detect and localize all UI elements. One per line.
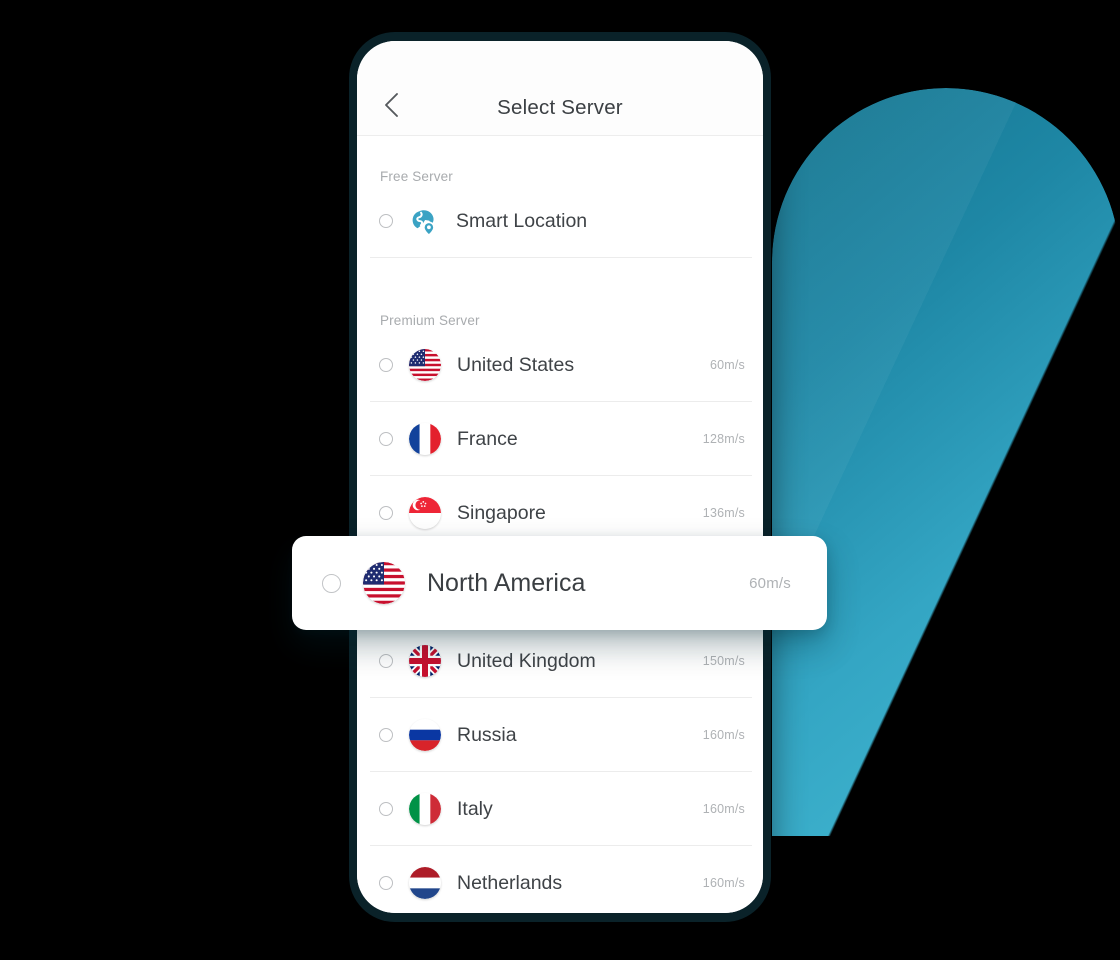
radio-netherlands[interactable] [379,876,393,890]
flag-sg-icon [409,497,441,529]
section-label-premium: Premium Server [380,313,480,328]
server-speed-russia: 160m/s [702,728,745,742]
server-speed-france: 128m/s [702,432,745,446]
section-label-free: Free Server [380,169,453,184]
radio-smart-location[interactable] [379,214,393,228]
server-name-russia: Russia [457,723,517,746]
app-header: Select Server [357,41,763,136]
server-list: Free Server Smart Location Premium Serve… [357,136,763,913]
screenshot-stage: Select Server Free Server Smart Location… [0,0,1120,960]
server-speed-united-states: 60m/s [709,358,745,372]
flag-gb-icon [409,645,441,677]
server-name-united-kingdom: United Kingdom [457,649,596,672]
server-speed-italy: 160m/s [702,802,745,816]
server-row-france[interactable]: France 128m/s [357,402,763,476]
server-speed-netherlands: 160m/s [702,876,745,890]
radio-united-kingdom[interactable] [379,654,393,668]
server-name-italy: Italy [457,797,493,820]
server-name-france: France [457,427,518,450]
server-row-netherlands[interactable]: Netherlands 160m/s [357,846,763,913]
flag-fr-icon [409,423,441,455]
server-name-netherlands: Netherlands [457,871,563,894]
decorative-teal-highlight [772,88,1120,836]
radio-italy[interactable] [379,802,393,816]
radio-north-america[interactable] [322,573,341,593]
flag-us-icon [409,349,441,381]
flag-it-icon [409,793,441,825]
server-speed-north-america: 60m/s [749,574,791,592]
server-row-united-states[interactable]: United States 60m/s [357,328,763,402]
server-row-united-kingdom[interactable]: United Kingdom 150m/s [357,624,763,698]
server-name-singapore: Singapore [457,501,546,524]
server-row-italy[interactable]: Italy 160m/s [357,772,763,846]
server-speed-united-kingdom: 150m/s [702,654,745,668]
decorative-teal-shape [772,88,1120,836]
radio-russia[interactable] [379,728,393,742]
radio-singapore[interactable] [379,506,393,520]
smart-location-icon [409,206,440,237]
highlighted-server-card-north-america[interactable]: North America 60m/s [292,536,827,630]
page-title: Select Server [497,96,623,119]
server-row-russia[interactable]: Russia 160m/s [357,698,763,772]
server-row-smart-location[interactable]: Smart Location [357,184,763,258]
server-name-north-america: North America [427,568,586,597]
phone-device-frame: Select Server Free Server Smart Location… [349,32,771,922]
server-name-united-states: United States [457,353,575,376]
radio-united-states[interactable] [379,358,393,372]
flag-nl-icon [409,867,441,899]
server-name-smart-location: Smart Location [456,209,588,232]
flag-us-icon-highlight [363,562,405,604]
server-speed-singapore: 136m/s [702,506,745,520]
radio-france[interactable] [379,432,393,446]
flag-ru-icon [409,719,441,751]
phone-screen: Select Server Free Server Smart Location… [357,41,763,913]
